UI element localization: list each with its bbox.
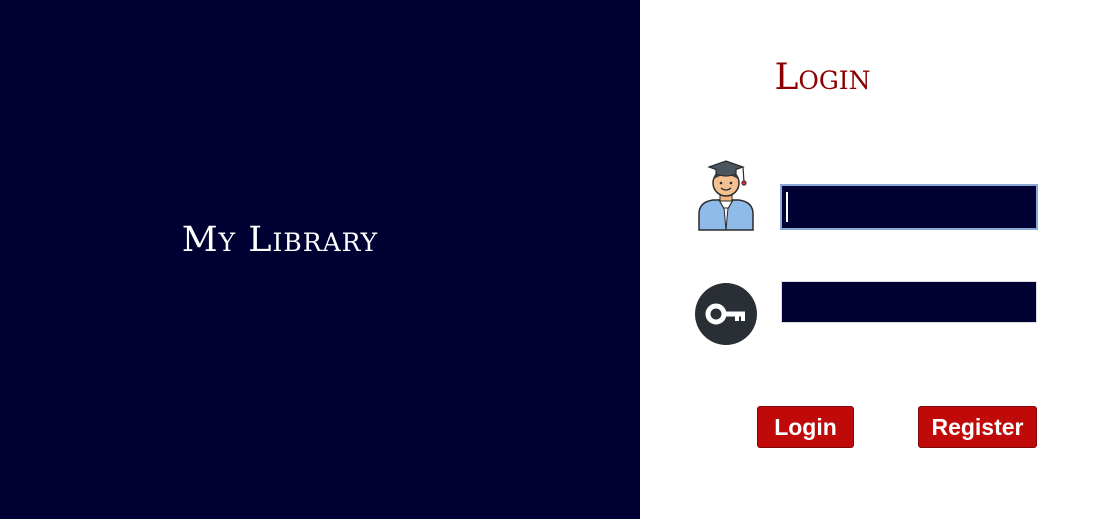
- app-title: My Library: [181, 220, 379, 260]
- password-input[interactable]: [781, 281, 1037, 323]
- register-button[interactable]: Register: [918, 406, 1037, 448]
- student-avatar-icon: [695, 158, 757, 232]
- username-input[interactable]: [780, 184, 1038, 230]
- text-cursor: [786, 192, 788, 222]
- key-icon: [694, 282, 758, 346]
- login-heading: Login: [774, 57, 871, 98]
- login-button[interactable]: Login: [757, 406, 854, 448]
